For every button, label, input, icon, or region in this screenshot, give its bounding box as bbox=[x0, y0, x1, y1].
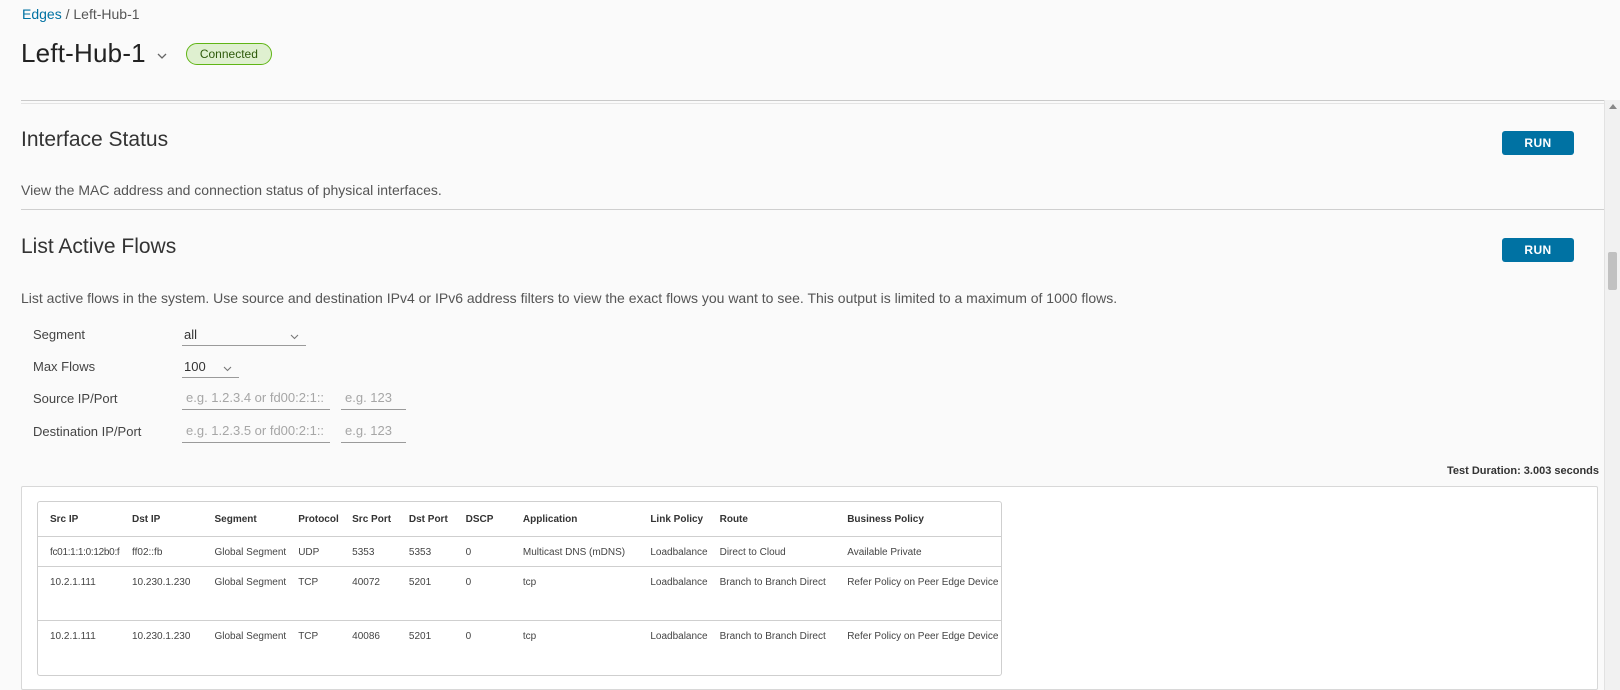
table-cell: TCP bbox=[286, 567, 341, 621]
source-ip-input[interactable] bbox=[182, 386, 330, 410]
chevron-down-icon bbox=[290, 329, 299, 340]
table-cell: Global Segment bbox=[202, 537, 287, 567]
breadcrumb-edges-link[interactable]: Edges bbox=[22, 6, 62, 22]
breadcrumb: Edges / Left-Hub-1 bbox=[22, 6, 140, 22]
max-flows-select-value: 100 bbox=[184, 359, 206, 374]
page-scrollbar[interactable] bbox=[1604, 100, 1620, 690]
table-cell: ff02::fb bbox=[120, 537, 203, 567]
interface-status-description: View the MAC address and connection stat… bbox=[21, 182, 442, 198]
table-cell: Multicast DNS (mDNS) bbox=[510, 537, 639, 567]
table-cell: Refer Policy on Peer Edge Device bbox=[847, 631, 999, 642]
column-header: Dst IP bbox=[120, 502, 203, 537]
test-duration: Test Duration: 3.003 seconds bbox=[1447, 465, 1600, 477]
table-cell: 40086 bbox=[352, 631, 380, 642]
table-cell: 10.230.1.230 bbox=[120, 567, 203, 621]
table-cell: 10.2.1.111 bbox=[50, 631, 96, 642]
segment-select[interactable]: all bbox=[182, 324, 306, 346]
page-title: Left-Hub-1 bbox=[21, 38, 146, 68]
page-header: Edges / Left-Hub-1 Left-Hub-1 Connected bbox=[0, 0, 1604, 100]
table-cell: Loadbalance bbox=[650, 631, 708, 642]
chevron-down-icon[interactable] bbox=[156, 49, 168, 61]
table-cell: Direct to Cloud bbox=[707, 537, 836, 567]
table-cell: 0 bbox=[453, 567, 511, 621]
active-flows-description: List active flows in the system. Use sou… bbox=[21, 290, 1118, 306]
results-panel: Src IP Dst IP Segment Protocol Src Port … bbox=[21, 486, 1598, 690]
source-ip-port-label: Source IP/Port bbox=[33, 391, 118, 406]
column-header: Protocol bbox=[286, 502, 341, 537]
destination-ip-input[interactable] bbox=[182, 419, 330, 443]
active-flows-run-button[interactable]: RUN bbox=[1502, 238, 1574, 262]
table-cell: 10.230.1.230 bbox=[132, 631, 191, 642]
interface-status-title: Interface Status bbox=[21, 128, 169, 151]
table-cell: Branch to Branch Direct bbox=[707, 567, 836, 621]
table-cell: 0 bbox=[465, 631, 472, 642]
table-cell: 40072 bbox=[340, 567, 397, 621]
column-header: Route bbox=[707, 502, 836, 537]
max-flows-select[interactable]: 100 bbox=[182, 356, 239, 378]
active-flows-title: List Active Flows bbox=[21, 235, 177, 258]
table-cell: Loadbalance bbox=[638, 537, 708, 567]
segment-label: Segment bbox=[33, 327, 86, 342]
header-divider bbox=[21, 100, 1604, 101]
table-cell: Branch to Branch Direct bbox=[719, 631, 826, 642]
table-cell: 10.2.1.111 bbox=[38, 567, 120, 621]
table-cell: 5201 bbox=[396, 567, 454, 621]
section-divider bbox=[21, 209, 1604, 210]
column-header: DSCP bbox=[453, 502, 511, 537]
breadcrumb-current: Left-Hub-1 bbox=[73, 6, 140, 22]
table-cell: fc01:1:1:0:12b0:fe80::ce84 bbox=[38, 537, 120, 567]
table-cell: Global Segment bbox=[214, 631, 287, 642]
table-cell: tcp bbox=[522, 631, 537, 642]
max-flows-label: Max Flows bbox=[33, 359, 96, 374]
chevron-down-icon bbox=[223, 361, 232, 372]
column-header: Link Policy bbox=[638, 502, 708, 537]
column-header: Business Policy bbox=[835, 502, 1001, 537]
title-row: Left-Hub-1 Connected bbox=[21, 38, 272, 69]
table-cell: TCP bbox=[298, 631, 319, 642]
table-cell: 5353 bbox=[396, 537, 454, 567]
table-header-row: Src IP Dst IP Segment Protocol Src Port … bbox=[38, 502, 1001, 537]
table-cell: Loadbalance bbox=[638, 567, 708, 621]
destination-port-input[interactable] bbox=[341, 419, 406, 443]
column-header: Dst Port bbox=[396, 502, 454, 537]
table-cell: 0 bbox=[453, 537, 511, 567]
table-row: 10.2.1.111 10.230.1.230 Global Segment T… bbox=[38, 621, 1001, 675]
column-header: Src IP bbox=[38, 502, 120, 537]
table-cell: Global Segment bbox=[202, 567, 287, 621]
column-header: Segment bbox=[202, 502, 287, 537]
column-header: Application bbox=[510, 502, 639, 537]
table-row: fc01:1:1:0:12b0:fe80::ce84 ff02::fb Glob… bbox=[38, 537, 1001, 567]
scroll-up-arrow-icon[interactable] bbox=[1609, 104, 1617, 109]
table-cell: 5201 bbox=[408, 631, 432, 642]
table-cell: Refer Policy on Peer Edge Device bbox=[835, 567, 1001, 621]
table-cell: 5353 bbox=[340, 537, 397, 567]
interface-status-run-button[interactable]: RUN bbox=[1502, 131, 1574, 155]
segment-select-value: all bbox=[184, 327, 198, 342]
table-row: 10.2.1.111 10.230.1.230 Global Segment T… bbox=[38, 567, 1001, 621]
scrollbar-thumb[interactable] bbox=[1608, 252, 1617, 290]
table-cell: Available Private bbox=[835, 537, 1001, 567]
header-divider-secondary bbox=[21, 103, 1604, 104]
active-flows-table: Src IP Dst IP Segment Protocol Src Port … bbox=[37, 501, 1002, 676]
column-header: Src Port bbox=[340, 502, 397, 537]
table-cell: tcp bbox=[510, 567, 639, 621]
breadcrumb-separator: / bbox=[61, 6, 74, 22]
status-badge: Connected bbox=[185, 42, 272, 65]
source-port-input[interactable] bbox=[341, 386, 406, 410]
table-cell: UDP bbox=[286, 537, 341, 567]
destination-ip-port-label: Destination IP/Port bbox=[33, 424, 142, 439]
